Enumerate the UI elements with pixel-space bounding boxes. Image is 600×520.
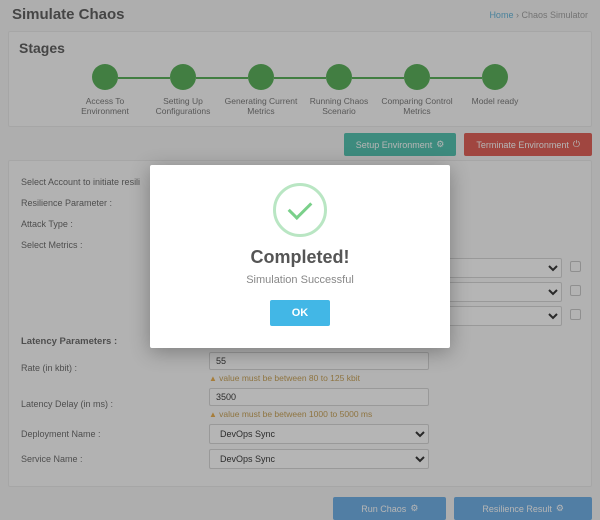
- modal-title: Completed!: [166, 247, 434, 268]
- modal-ok-button[interactable]: OK: [270, 300, 331, 326]
- success-check-icon: [273, 183, 327, 237]
- completed-modal: Completed! Simulation Successful OK: [150, 165, 450, 348]
- modal-message: Simulation Successful: [166, 274, 434, 286]
